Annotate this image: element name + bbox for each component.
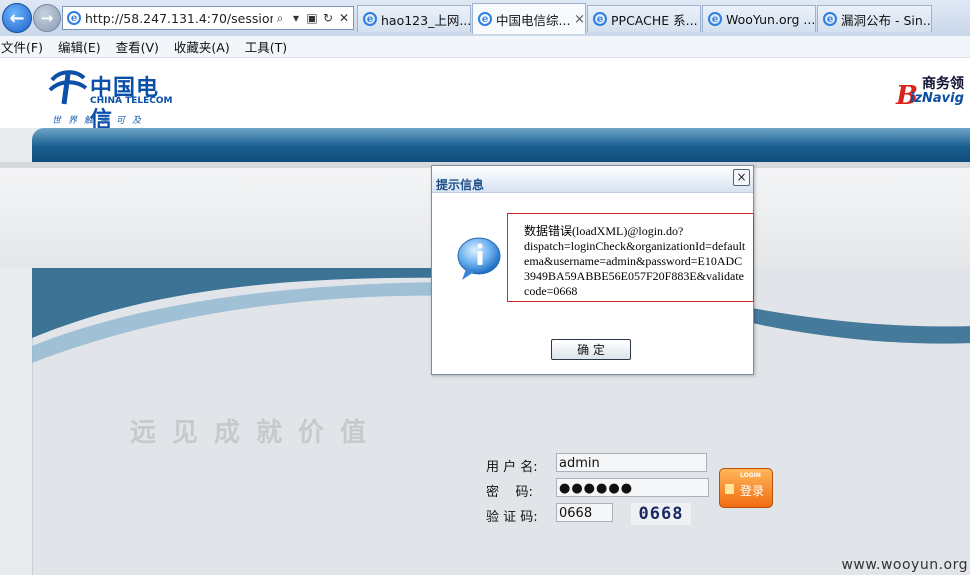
arrow-right-icon: → <box>40 9 54 27</box>
logo-english-text: CHINA TELECOM <box>90 96 173 106</box>
captcha-image[interactable]: 0668 <box>631 503 691 525</box>
ie-tab-icon: e <box>363 12 377 26</box>
username-label: 用 户 名: <box>486 460 538 475</box>
login-button-english: LOGIN <box>740 472 761 479</box>
login-button-label: 登录 <box>740 484 765 498</box>
refresh-icon[interactable]: ↻ <box>321 11 335 25</box>
watermark: www.wooyun.org <box>841 557 968 573</box>
message-line: ema&username=admin&password=E10ADC <box>524 254 743 268</box>
message-line: 3949BA59ABBE56E057F20F883E&validate <box>524 269 744 283</box>
forward-button[interactable]: → <box>33 4 61 32</box>
tab-label: hao123_上网... <box>381 12 470 28</box>
tab-ppcache[interactable]: e PPCACHE 系... <box>587 5 701 32</box>
page-slogan: 远见成就价值 <box>130 418 383 448</box>
dropdown-icon[interactable]: ▾ <box>289 11 303 25</box>
menu-edit[interactable]: 编辑(E) <box>57 37 108 56</box>
arrow-left-icon: ← <box>9 7 25 29</box>
message-line: code=0668 <box>524 284 578 298</box>
ie-page-icon: e <box>67 11 81 25</box>
menu-view[interactable]: 查看(V) <box>115 37 166 56</box>
biz-logo-chinese: 商务领 <box>922 76 964 92</box>
message-line: dispatch=loginCheck&organizationId=defau… <box>524 239 746 253</box>
username-input[interactable]: admin <box>556 453 707 472</box>
password-label: 密 码: <box>486 485 533 500</box>
china-telecom-logo: 中国电信 CHINA TELECOM 世界触手可及 <box>46 66 176 133</box>
password-input[interactable]: ●●●●●● <box>556 478 709 497</box>
ie-tab-icon: e <box>823 12 837 26</box>
ie-tab-icon: e <box>478 12 492 26</box>
stop-icon[interactable]: ✕ <box>337 11 351 25</box>
menu-tools[interactable]: 工具(T) <box>244 37 294 56</box>
alert-dialog: 提示信息 × 数据错误(loadXML)@login.do? dispatch=… <box>431 165 754 375</box>
address-bar[interactable]: e http://58.247.131.4:70/sessionT ⌕ ▾ ▣ … <box>62 6 354 30</box>
address-url[interactable]: http://58.247.131.4:70/sessionT <box>85 11 273 26</box>
tab-wooyun[interactable]: e WooYun.org ... <box>702 5 816 32</box>
ie-tab-icon: e <box>593 12 607 26</box>
info-icon <box>457 237 501 280</box>
tab-label: 中国电信综... <box>496 12 571 28</box>
menu-file[interactable]: 文件(F) <box>0 37 50 56</box>
dialog-titlebar[interactable]: 提示信息 × <box>432 166 753 193</box>
captcha-label: 验 证 码: <box>486 510 538 525</box>
tab-vuln-disclosure[interactable]: e 漏洞公布 - Sin... <box>817 5 932 32</box>
login-button[interactable]: LOGIN 登录 <box>719 468 773 508</box>
menu-favorites[interactable]: 收藏夹(A) <box>173 37 237 56</box>
captcha-input[interactable]: 0668 <box>556 503 613 522</box>
search-icon[interactable]: ⌕ <box>273 11 287 26</box>
tab-label: PPCACHE 系... <box>611 12 698 28</box>
message-line: 数据错误(loadXML)@login.do? <box>524 224 684 238</box>
tab-label: WooYun.org ... <box>726 11 815 27</box>
tab-label: 漏洞公布 - Sin... <box>841 12 931 28</box>
compat-view-icon[interactable]: ▣ <box>305 11 319 25</box>
browser-toolbar: ← → e http://58.247.131.4:70/sessionT ⌕ … <box>0 0 970 37</box>
dialog-title: 提示信息 <box>436 178 485 192</box>
logo-slogan: 世界触手可及 <box>52 116 149 126</box>
error-message: 数据错误(loadXML)@login.do? dispatch=loginCh… <box>507 213 754 302</box>
biznavigator-logo: B 商务领 izNavig <box>896 73 970 118</box>
menu-bar: 文件(F) 编辑(E) 查看(V) 收藏夹(A) 工具(T) <box>0 36 970 58</box>
header-blue-band <box>32 128 970 162</box>
tab-close-icon[interactable]: × <box>574 12 585 27</box>
lock-icon <box>725 484 734 494</box>
ok-button[interactable]: 确 定 <box>551 339 631 360</box>
tab-hao123[interactable]: e hao123_上网... <box>357 5 471 32</box>
back-button[interactable]: ← <box>2 3 32 33</box>
ie-tab-icon: e <box>708 12 722 26</box>
close-icon[interactable]: × <box>733 169 750 186</box>
biz-logo-english: izNavig <box>910 91 964 106</box>
china-telecom-symbol-icon <box>48 70 88 105</box>
tab-china-telecom[interactable]: e 中国电信综... × <box>472 3 586 34</box>
page-header: 中国电信 CHINA TELECOM 世界触手可及 B 商务领 izNavig <box>0 58 970 133</box>
